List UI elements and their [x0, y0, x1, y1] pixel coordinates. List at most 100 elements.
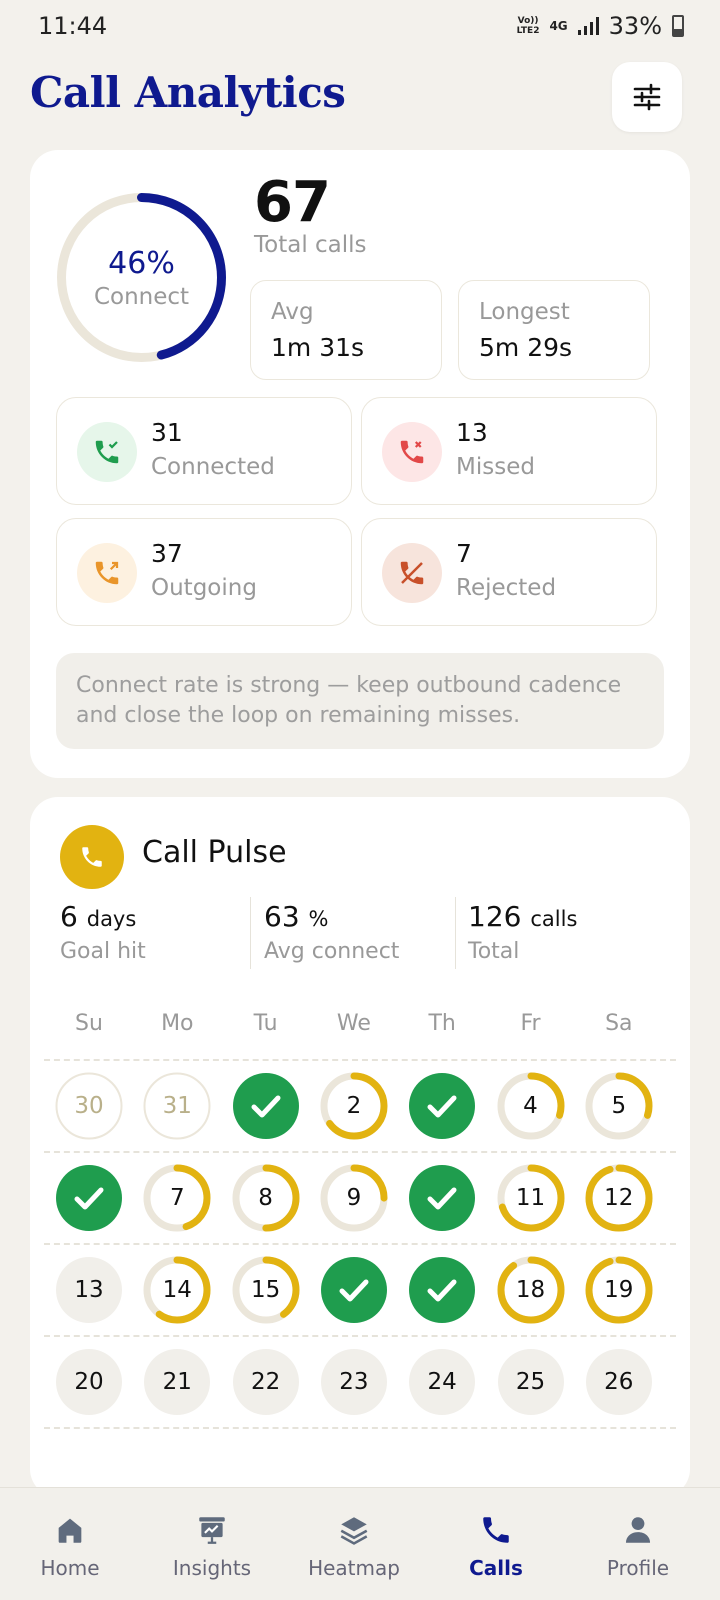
total-summary: 126 calls Total	[468, 900, 578, 964]
day-number: 8	[258, 1185, 273, 1211]
tab-heatmap[interactable]: Heatmap	[294, 1510, 414, 1580]
calendar-day-goal-hit[interactable]	[408, 1072, 476, 1140]
stat-outgoing[interactable]: 37 Outgoing	[56, 518, 352, 626]
calendar-day[interactable]: 9	[320, 1164, 388, 1232]
stat-rejected[interactable]: 7 Rejected	[361, 518, 657, 626]
day-number: 20	[74, 1369, 104, 1395]
calendar-day[interactable]: 5	[585, 1072, 653, 1140]
total-calls-value: 67	[254, 170, 331, 235]
row-divider	[44, 1151, 676, 1153]
calendar-day[interactable]: 30	[55, 1072, 123, 1140]
day-number: 12	[604, 1185, 634, 1211]
calendar-day[interactable]: 23	[320, 1348, 388, 1416]
calendar-day[interactable]: 25	[497, 1348, 565, 1416]
phone-icon	[60, 825, 124, 889]
row-divider	[44, 1427, 676, 1429]
connected-count: 31	[151, 418, 183, 447]
tab-profile[interactable]: Profile	[578, 1510, 698, 1580]
calendar-day[interactable]: 8	[232, 1164, 300, 1232]
stat-connected[interactable]: 31 Connected	[56, 397, 352, 505]
row-divider	[44, 1059, 676, 1061]
avg-duration-box: Avg 1m 31s	[250, 280, 442, 380]
calendar-day-goal-hit[interactable]	[408, 1256, 476, 1324]
battery-icon	[672, 15, 684, 37]
tab-home[interactable]: Home	[10, 1510, 130, 1580]
calendar-day[interactable]: 19	[585, 1256, 653, 1324]
day-number: 2	[346, 1093, 362, 1119]
stat-missed[interactable]: 13 Missed	[361, 397, 657, 505]
longest-duration-box: Longest 5m 29s	[458, 280, 650, 380]
calendar-day[interactable]: 22	[232, 1348, 300, 1416]
weekday-label: Fr	[520, 1011, 541, 1036]
calendar-day-goal-hit[interactable]	[55, 1164, 123, 1232]
calendar-day[interactable]: 13	[55, 1256, 123, 1324]
total-calls-label: Total calls	[254, 232, 367, 258]
calendar-day[interactable]: 14	[143, 1256, 211, 1324]
divider	[250, 897, 251, 969]
filter-button[interactable]	[612, 62, 682, 132]
day-number: 23	[339, 1369, 369, 1395]
phone-missed-icon	[382, 422, 442, 482]
weekday-label: Th	[428, 1011, 456, 1036]
calendar-day[interactable]: 18	[497, 1256, 565, 1324]
calendar-day[interactable]: 24	[408, 1348, 476, 1416]
rejected-label: Rejected	[456, 575, 557, 601]
sliders-icon	[633, 83, 661, 111]
connect-percent: 46%	[108, 246, 175, 281]
signal-icon	[577, 17, 599, 35]
avg-value: 1m 31s	[271, 333, 365, 362]
phone-outgoing-icon	[77, 543, 137, 603]
day-number: 14	[162, 1277, 192, 1303]
calendar-day-goal-hit[interactable]	[408, 1164, 476, 1232]
day-number: 19	[604, 1277, 634, 1303]
weekday-label: Sa	[605, 1011, 633, 1036]
battery-percent: 33%	[608, 12, 662, 40]
calendar-day[interactable]: 2	[320, 1072, 388, 1140]
calendar-day[interactable]: 20	[55, 1348, 123, 1416]
day-number: 11	[515, 1185, 546, 1211]
bottom-nav: Home Insights Heatmap Calls Profile	[0, 1487, 720, 1600]
row-divider	[44, 1243, 676, 1245]
calendar-day[interactable]: 12	[585, 1164, 653, 1232]
day-number: 9	[346, 1185, 362, 1211]
missed-label: Missed	[456, 454, 535, 480]
day-number: 30	[74, 1093, 104, 1119]
calendar-day[interactable]: 26	[585, 1348, 653, 1416]
day-number: 7	[169, 1185, 185, 1211]
calendar-day[interactable]: 11	[497, 1164, 565, 1232]
longest-value: 5m 29s	[479, 333, 573, 362]
day-number: 15	[250, 1277, 281, 1303]
row-divider	[44, 1335, 676, 1337]
weekday-label: Su	[75, 1011, 103, 1036]
calendar-day[interactable]: 7	[143, 1164, 211, 1232]
phone-check-icon	[77, 422, 137, 482]
calendar-day-goal-hit[interactable]	[232, 1072, 300, 1140]
day-number: 5	[611, 1093, 627, 1119]
day-number: 21	[162, 1369, 192, 1395]
day-number: 25	[515, 1369, 546, 1395]
weekday-label: We	[336, 1011, 371, 1036]
calendar-day[interactable]: 15	[232, 1256, 300, 1324]
calendar-day[interactable]: 31	[143, 1072, 211, 1140]
weekday-label: Tu	[253, 1011, 278, 1036]
tab-insights[interactable]: Insights	[152, 1510, 272, 1580]
page-title: Call Analytics	[30, 68, 346, 117]
calendar-day-goal-hit[interactable]	[320, 1256, 388, 1324]
tab-calls[interactable]: Calls	[436, 1510, 556, 1580]
day-number: 31	[162, 1093, 192, 1119]
network-indicator: Vo)) LTE2	[516, 16, 540, 36]
avg-connect-summary: 63 % Avg connect	[264, 900, 400, 964]
avg-label: Avg	[271, 299, 314, 325]
profile-icon	[625, 1517, 651, 1543]
calendar-day[interactable]: 21	[143, 1348, 211, 1416]
outgoing-label: Outgoing	[151, 575, 257, 601]
calendar-day[interactable]: 4	[497, 1072, 565, 1140]
phone-icon	[483, 1517, 509, 1543]
call-pulse-card: Call Pulse 6 days Goal hit 63 % Avg conn…	[30, 797, 690, 1497]
rejected-count: 7	[456, 539, 472, 568]
status-time: 11:44	[38, 12, 108, 40]
layers-icon	[340, 1517, 368, 1545]
network-type: 4G	[549, 19, 568, 33]
phone-rejected-icon	[382, 543, 442, 603]
missed-count: 13	[456, 418, 488, 447]
